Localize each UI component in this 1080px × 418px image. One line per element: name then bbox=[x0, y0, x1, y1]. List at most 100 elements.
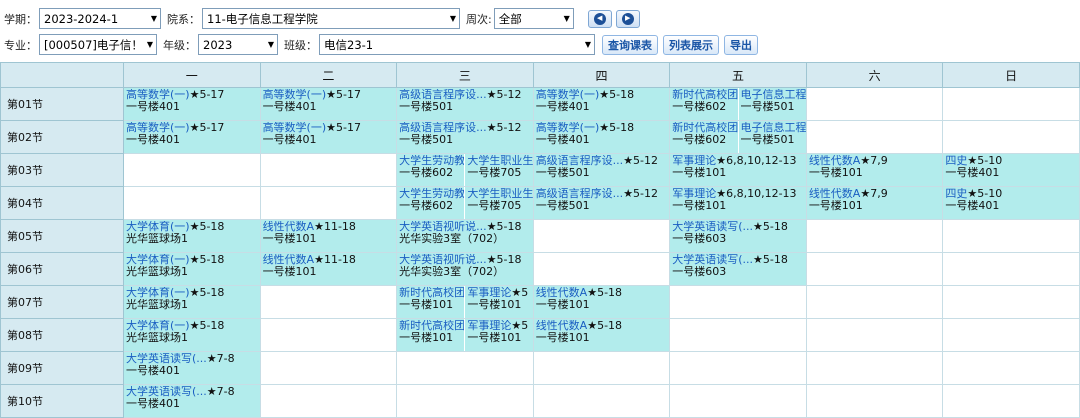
course-item[interactable]: 大学生劳动教 一号楼602 bbox=[397, 187, 465, 219]
course-item[interactable]: 大学英语读写(...★5-18 一号楼603 bbox=[670, 220, 806, 252]
course-name-link[interactable]: 大学生职业生 bbox=[467, 155, 532, 167]
course-name-link[interactable]: 大学体育(一) bbox=[126, 320, 190, 332]
course-name-link[interactable]: 线性代数A bbox=[809, 155, 861, 167]
course-name-link[interactable]: 高等数学(一) bbox=[536, 89, 600, 101]
course-name-link[interactable]: 大学体育(一) bbox=[126, 254, 190, 266]
prev-week-button[interactable]: ◀ bbox=[587, 9, 612, 28]
course-name-link[interactable]: 大学英语读写(... bbox=[126, 353, 207, 365]
term-select[interactable]: 2023-2024-1 ▼ bbox=[39, 8, 161, 29]
course-name-link[interactable]: 高等数学(一) bbox=[263, 89, 327, 101]
course-item[interactable]: 大学生职业生 一号楼705 bbox=[464, 187, 533, 219]
course-item[interactable]: 大学体育(一)★5-18 光华篮球场1 bbox=[124, 319, 260, 351]
course-item[interactable]: 电子信息工程 一号楼501 bbox=[737, 121, 806, 153]
course-weeks: ★5 bbox=[511, 287, 529, 299]
course-name-link[interactable]: 四史 bbox=[945, 155, 967, 167]
course-item[interactable]: 大学体育(一)★5-18 光华篮球场1 bbox=[124, 220, 260, 252]
schedule-cell: 新时代高校团 一号楼602 电子信息工程 一号楼501 bbox=[669, 120, 807, 154]
course-item[interactable]: 四史★5-10 一号楼401 bbox=[943, 154, 1079, 186]
course-name-link[interactable]: 大学英语视听说... bbox=[399, 221, 487, 233]
course-name-link[interactable]: 大学英语读写(... bbox=[672, 254, 753, 266]
dept-select[interactable]: 11-电子信息工程学院 ▼ bbox=[202, 8, 460, 29]
course-item[interactable]: 大学英语读写(...★7-8 一号楼401 bbox=[124, 385, 260, 417]
course-name-link[interactable]: 电子信息工程 bbox=[741, 122, 806, 134]
query-schedule-button[interactable]: 查询课表 bbox=[602, 34, 658, 55]
course-name-link[interactable]: 军事理论 bbox=[672, 188, 716, 200]
course-item[interactable]: 高等数学(一)★5-17 一号楼401 bbox=[124, 121, 260, 153]
course-name-link[interactable]: 新时代高校团 bbox=[399, 320, 464, 332]
course-name-link[interactable]: 线性代数A bbox=[809, 188, 861, 200]
course-item[interactable]: 新时代高校团 一号楼101 bbox=[397, 319, 465, 351]
course-name-link[interactable]: 线性代数A bbox=[536, 287, 588, 299]
course-name-link[interactable]: 大学生劳动教 bbox=[399, 188, 464, 200]
course-location: 一号楼705 bbox=[467, 167, 522, 179]
course-name-link[interactable]: 高级语言程序设... bbox=[536, 188, 624, 200]
course-name-link[interactable]: 线性代数A bbox=[263, 254, 315, 266]
course-item[interactable]: 大学英语视听说...★5-18 光华实验3室（702） bbox=[397, 220, 533, 252]
course-item[interactable]: 军事理论★6,8,10,12-13 一号楼101 bbox=[670, 187, 806, 219]
course-item[interactable]: 高等数学(一)★5-17 一号楼401 bbox=[124, 88, 260, 120]
course-item[interactable]: 线性代数A★5-18 一号楼101 bbox=[533, 319, 670, 351]
export-button[interactable]: 导出 bbox=[724, 34, 758, 55]
course-line: 高等数学(一)★5-17 bbox=[126, 122, 260, 134]
course-item[interactable]: 高等数学(一)★5-17 一号楼401 bbox=[260, 121, 397, 153]
grade-select[interactable]: 2023 ▼ bbox=[198, 34, 278, 55]
course-name-link[interactable]: 军事理论 bbox=[467, 320, 511, 332]
course-item[interactable]: 军事理论★5 一号楼101 bbox=[464, 319, 533, 351]
course-item[interactable]: 高等数学(一)★5-18 一号楼401 bbox=[533, 121, 670, 153]
course-item[interactable]: 大学英语视听说...★5-18 光华实验3室（702） bbox=[397, 253, 533, 285]
course-item[interactable]: 高等数学(一)★5-18 一号楼401 bbox=[533, 88, 670, 120]
course-item[interactable]: 线性代数A★5-18 一号楼101 bbox=[533, 286, 670, 318]
course-item[interactable]: 新时代高校团 一号楼101 bbox=[397, 286, 465, 318]
course-name-link[interactable]: 大学英语读写(... bbox=[672, 221, 753, 233]
course-item[interactable]: 电子信息工程 一号楼501 bbox=[737, 88, 806, 120]
course-name-link[interactable]: 高等数学(一) bbox=[536, 122, 600, 134]
course-item[interactable]: 四史★5-10 一号楼401 bbox=[943, 187, 1079, 219]
course-name-link[interactable]: 新时代高校团 bbox=[672, 122, 737, 134]
course-item[interactable]: 高级语言程序设...★5-12 一号楼501 bbox=[397, 88, 533, 120]
course-name-link[interactable]: 高等数学(一) bbox=[126, 89, 190, 101]
course-name-link[interactable]: 大学体育(一) bbox=[126, 221, 190, 233]
course-item[interactable]: 高等数学(一)★5-17 一号楼401 bbox=[260, 88, 397, 120]
course-name-link[interactable]: 大学生职业生 bbox=[467, 188, 532, 200]
course-name-link[interactable]: 大学生劳动教 bbox=[399, 155, 464, 167]
course-name-link[interactable]: 军事理论 bbox=[672, 155, 716, 167]
course-name-link[interactable]: 大学体育(一) bbox=[126, 287, 190, 299]
course-name-link[interactable]: 高级语言程序设... bbox=[399, 122, 487, 134]
course-name-link[interactable]: 军事理论 bbox=[467, 287, 511, 299]
course-item[interactable]: 大学生劳动教 一号楼602 bbox=[397, 154, 465, 186]
course-name-link[interactable]: 大学英语视听说... bbox=[399, 254, 487, 266]
class-select[interactable]: 电信23-1 ▼ bbox=[319, 34, 595, 55]
list-view-button[interactable]: 列表展示 bbox=[663, 34, 719, 55]
course-item[interactable]: 大学生职业生 一号楼705 bbox=[464, 154, 533, 186]
course-item[interactable]: 线性代数A★7,9 一号楼101 bbox=[806, 154, 943, 186]
course-name-link[interactable]: 高等数学(一) bbox=[263, 122, 327, 134]
course-item[interactable]: 新时代高校团 一号楼602 bbox=[670, 121, 738, 153]
schedule-cell bbox=[805, 252, 944, 286]
week-select[interactable]: 全部 ▼ bbox=[493, 8, 574, 29]
course-item[interactable]: 高级语言程序设...★5-12 一号楼501 bbox=[533, 154, 670, 186]
course-name-link[interactable]: 高级语言程序设... bbox=[536, 155, 624, 167]
course-name-link[interactable]: 线性代数A bbox=[263, 221, 315, 233]
course-name-link[interactable]: 电子信息工程 bbox=[741, 89, 806, 101]
course-name-link[interactable]: 四史 bbox=[945, 188, 967, 200]
course-item[interactable]: 军事理论★5 一号楼101 bbox=[464, 286, 533, 318]
course-name-link[interactable]: 新时代高校团 bbox=[672, 89, 737, 101]
course-name-link[interactable]: 大学英语读写(... bbox=[126, 386, 207, 398]
course-item[interactable]: 新时代高校团 一号楼602 bbox=[670, 88, 738, 120]
course-item[interactable]: 线性代数A★11-18 一号楼101 bbox=[260, 220, 397, 252]
course-item[interactable]: 高级语言程序设...★5-12 一号楼501 bbox=[533, 187, 670, 219]
course-item[interactable]: 大学体育(一)★5-18 光华篮球场1 bbox=[124, 253, 260, 285]
course-item[interactable]: 线性代数A★11-18 一号楼101 bbox=[260, 253, 397, 285]
course-name-link[interactable]: 高级语言程序设... bbox=[399, 89, 487, 101]
course-item[interactable]: 线性代数A★7,9 一号楼101 bbox=[806, 187, 943, 219]
major-select[interactable]: [000507]电子信！ ▼ bbox=[39, 34, 157, 55]
course-item[interactable]: 大学英语读写(...★5-18 一号楼603 bbox=[670, 253, 806, 285]
next-week-button[interactable]: ▶ bbox=[615, 9, 640, 28]
course-item[interactable]: 大学英语读写(...★7-8 一号楼401 bbox=[124, 352, 260, 384]
course-item[interactable]: 高级语言程序设...★5-12 一号楼501 bbox=[397, 121, 533, 153]
course-name-link[interactable]: 高等数学(一) bbox=[126, 122, 190, 134]
course-item[interactable]: 军事理论★6,8,10,12-13 一号楼101 bbox=[670, 154, 806, 186]
course-name-link[interactable]: 新时代高校团 bbox=[399, 287, 464, 299]
course-name-link[interactable]: 线性代数A bbox=[536, 320, 588, 332]
course-item[interactable]: 大学体育(一)★5-18 光华篮球场1 bbox=[124, 286, 260, 318]
